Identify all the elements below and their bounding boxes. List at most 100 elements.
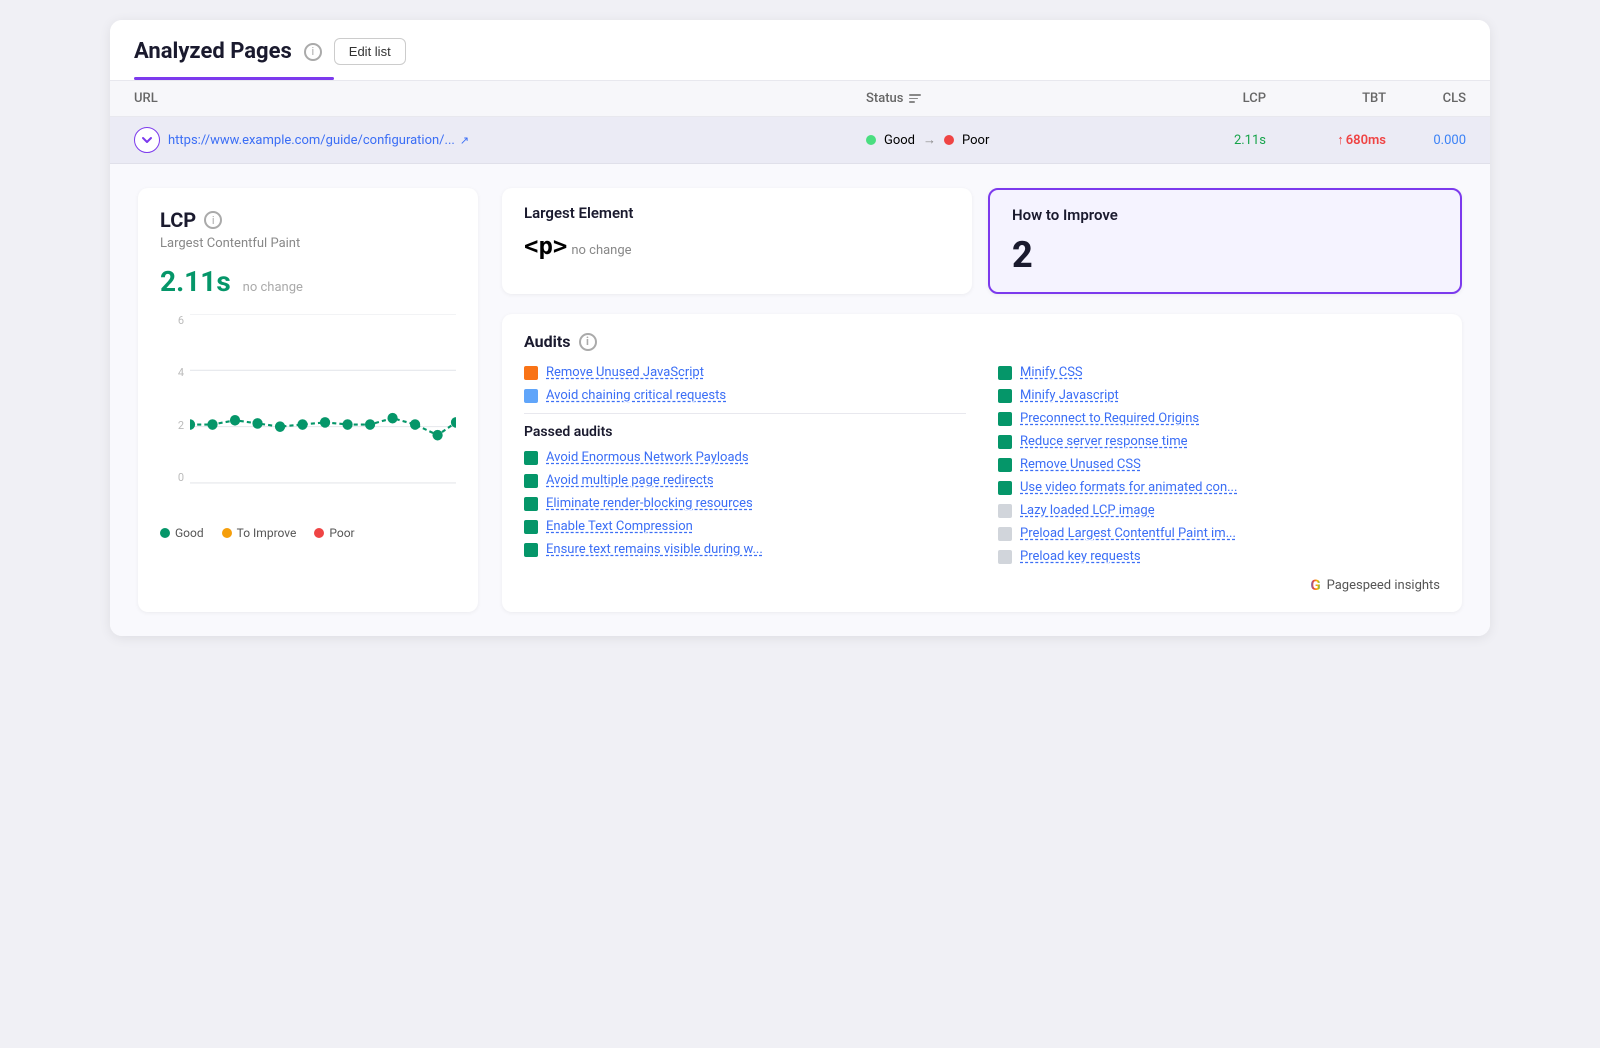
audit-icon-render <box>524 497 538 511</box>
col-lcp: LCP <box>1146 91 1266 106</box>
audit-item-video: Use video formats for animated con... <box>998 480 1440 495</box>
y-label-0: 0 <box>178 471 188 484</box>
pagespeed-footer: G Pagespeed insights <box>998 576 1440 594</box>
audit-link-video[interactable]: Use video formats for animated con... <box>1020 480 1237 495</box>
audit-link-preconnect[interactable]: Preconnect to Required Origins <box>1020 411 1199 426</box>
audit-icon-minify-js <box>998 389 1012 403</box>
cls-value: 0.000 <box>1386 133 1466 148</box>
edit-list-button[interactable]: Edit list <box>334 38 406 65</box>
audit-item-preload-key: Preload key requests <box>998 549 1440 564</box>
audit-link-lazy[interactable]: Lazy loaded LCP image <box>1020 503 1155 518</box>
audit-item-minify-css: Minify CSS <box>998 365 1440 380</box>
largest-element-card: Largest Element <p> no change <box>502 188 972 294</box>
audit-link-preload-key[interactable]: Preload key requests <box>1020 549 1141 564</box>
table-row: https://www.example.com/guide/configurat… <box>110 117 1490 164</box>
audits-info-icon[interactable]: i <box>579 333 597 351</box>
status-from-dot <box>866 135 876 145</box>
status-arrow-icon: → <box>923 132 936 148</box>
audit-item-font: Ensure text remains visible during w... <box>524 542 966 557</box>
largest-element-change: no change <box>571 243 631 258</box>
audit-icon-compression <box>524 520 538 534</box>
right-panel: Largest Element <p> no change How to Imp… <box>502 188 1462 612</box>
col-url: URL <box>134 91 866 106</box>
col-cls: CLS <box>1386 91 1466 106</box>
audit-icon-redirects <box>524 474 538 488</box>
divider-1 <box>524 413 966 414</box>
header-info-icon[interactable]: i <box>304 43 322 61</box>
audits-label: Audits <box>524 332 571 351</box>
lcp-info-icon[interactable]: i <box>204 211 222 229</box>
table-header: URL Status LCP TBT CLS <box>110 80 1490 117</box>
audit-icon-minify-css <box>998 366 1012 380</box>
audit-item-server: Reduce server response time <box>998 434 1440 449</box>
audit-link-remove-js[interactable]: Remove Unused JavaScript <box>546 365 704 380</box>
audit-icon-blue <box>524 389 538 403</box>
audit-link-server[interactable]: Reduce server response time <box>1020 434 1188 449</box>
col-tbt: TBT <box>1266 91 1386 106</box>
audit-item-preload-lcp: Preload Largest Contentful Paint im... <box>998 526 1440 541</box>
url-cell: https://www.example.com/guide/configurat… <box>134 127 866 153</box>
audit-item-compression: Enable Text Compression <box>524 519 966 534</box>
audit-icon-server <box>998 435 1012 449</box>
audit-link-minify-css[interactable]: Minify CSS <box>1020 365 1083 380</box>
audit-item-render: Eliminate render-blocking resources <box>524 496 966 511</box>
audit-icon-orange <box>524 366 538 380</box>
audit-icon-preload-key <box>998 550 1012 564</box>
google-g-logo: G <box>1310 576 1320 594</box>
audit-item-minify-js: Minify Javascript <box>998 388 1440 403</box>
legend-good: Good <box>160 526 204 540</box>
audit-item-remove-js: Remove Unused JavaScript <box>524 365 966 380</box>
audit-icon-video <box>998 481 1012 495</box>
audits-title-row: Audits i <box>524 332 1440 351</box>
audit-link-minify-js[interactable]: Minify Javascript <box>1020 388 1119 403</box>
passed-audits-label: Passed audits <box>524 424 966 440</box>
audits-right-col: Minify CSS Minify Javascript Preconnect … <box>998 365 1440 594</box>
tbt-value: ↑680ms <box>1266 132 1386 148</box>
audit-item-network: Avoid Enormous Network Payloads <box>524 450 966 465</box>
audits-left-col: Remove Unused JavaScript Avoid chaining … <box>524 365 966 594</box>
lcp-value: 2.11s <box>1146 133 1266 148</box>
lcp-change-label: no change <box>243 280 303 295</box>
audit-icon-preconnect <box>998 412 1012 426</box>
audit-link-font[interactable]: Ensure text remains visible during w... <box>546 542 763 557</box>
audit-item-unused-css: Remove Unused CSS <box>998 457 1440 472</box>
audit-link-preload-lcp[interactable]: Preload Largest Contentful Paint im... <box>1020 526 1236 541</box>
lcp-chart: 6 4 2 0 <box>160 314 456 514</box>
audit-link-redirects[interactable]: Avoid multiple page redirects <box>546 473 714 488</box>
audit-icon-network <box>524 451 538 465</box>
status-filter-icon[interactable] <box>909 94 921 103</box>
audit-link-compression[interactable]: Enable Text Compression <box>546 519 693 534</box>
y-label-6: 6 <box>178 314 188 327</box>
status-cell: Good → Poor <box>866 132 1146 148</box>
legend-poor: Poor <box>314 526 354 540</box>
audits-section: Audits i Remove Unused JavaScript <box>502 314 1462 612</box>
audit-item-lazy: Lazy loaded LCP image <box>998 503 1440 518</box>
audit-icon-lazy <box>998 504 1012 518</box>
audit-link-unused-css[interactable]: Remove Unused CSS <box>1020 457 1141 472</box>
how-to-improve-card: How to Improve 2 <box>988 188 1462 294</box>
status-to-dot <box>944 135 954 145</box>
top-cards: Largest Element <p> no change How to Imp… <box>502 188 1462 294</box>
expanded-detail: LCP i Largest Contentful Paint 2.11s no … <box>110 164 1490 636</box>
external-link-icon: ↗ <box>460 134 469 147</box>
audit-link-render[interactable]: Eliminate render-blocking resources <box>546 496 753 511</box>
lcp-value-row: 2.11s no change <box>160 265 456 298</box>
how-to-improve-title: How to Improve <box>1012 206 1438 224</box>
legend-good-dot <box>160 528 170 538</box>
row-expand-button[interactable] <box>134 127 160 153</box>
detail-inner: LCP i Largest Contentful Paint 2.11s no … <box>138 188 1462 612</box>
audit-icon-font <box>524 543 538 557</box>
legend-poor-dot <box>314 528 324 538</box>
audit-item-redirects: Avoid multiple page redirects <box>524 473 966 488</box>
audit-link-network[interactable]: Avoid Enormous Network Payloads <box>546 450 749 465</box>
lcp-card: LCP i Largest Contentful Paint 2.11s no … <box>138 188 478 612</box>
url-link[interactable]: https://www.example.com/guide/configurat… <box>168 133 469 148</box>
lcp-chart-svg <box>190 314 456 484</box>
audit-link-chain[interactable]: Avoid chaining critical requests <box>546 388 726 403</box>
lcp-label: LCP <box>160 208 196 232</box>
y-label-4: 4 <box>178 366 188 379</box>
pagespeed-label: Pagespeed insights <box>1327 578 1440 593</box>
largest-element-tag: <p> <box>524 232 567 260</box>
chart-svg-wrap <box>190 314 456 484</box>
lcp-metric-value: 2.11s <box>160 265 231 298</box>
